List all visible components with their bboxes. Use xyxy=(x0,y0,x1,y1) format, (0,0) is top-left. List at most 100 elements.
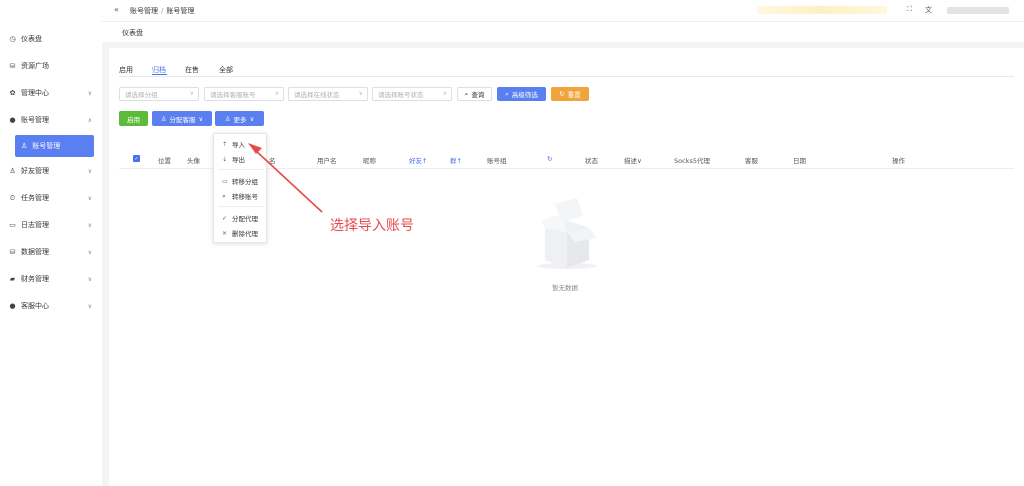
sidebar-item-label: 管理中心 xyxy=(21,89,49,97)
chevron-down-icon: ∨ xyxy=(87,167,92,175)
tags-bar: 仪表盘 xyxy=(102,22,1024,42)
message-icon: ▭ xyxy=(9,221,16,229)
enable-button-label: 启用 xyxy=(127,115,140,124)
customer-select-placeholder: 请选择客服账号 xyxy=(210,91,256,99)
database-icon: ⛁ xyxy=(9,62,16,70)
menu-item-assign-proxy[interactable]: ✓ 分配代理 xyxy=(222,213,258,224)
sidebar-item-management[interactable]: ✿ 管理中心 ∨ xyxy=(0,84,102,102)
sidebar-subitem-accounts[interactable]: ♙ 账号管理 xyxy=(15,135,94,157)
account-status-select[interactable]: 请选择账号状态 ∨ xyxy=(372,87,452,101)
more-button-label: 更多 xyxy=(233,115,247,124)
sidebar-item-resources[interactable]: ⛁ 资源广场 xyxy=(0,57,102,75)
chevron-down-icon: ∨ xyxy=(249,114,255,123)
wallet-icon: ▰ xyxy=(9,275,16,283)
chevron-down-icon: ∨ xyxy=(358,90,363,97)
column-header: 操作 xyxy=(892,157,905,165)
sidebar-item-data[interactable]: ⛁ 数据管理 ∨ xyxy=(0,243,102,261)
sidebar-item-logs[interactable]: ▭ 日志管理 ∨ xyxy=(0,216,102,234)
menu-item-export[interactable]: ⇣ 导出 xyxy=(222,154,245,165)
assign-service-label: 分配客服 xyxy=(169,115,196,124)
chevron-down-icon: ∨ xyxy=(198,114,204,123)
upload-icon: ⇡ xyxy=(222,140,228,148)
column-header-sortable[interactable]: 好友↑ xyxy=(409,155,427,165)
user-icon: ♙ xyxy=(9,167,16,175)
menu-item-delete-proxy[interactable]: × 删除代理 xyxy=(222,228,258,239)
tag-dashboard[interactable]: 仪表盘 xyxy=(122,28,143,38)
sidebar-item-label: 财务管理 xyxy=(21,275,49,283)
sidebar-item-tasks[interactable]: ⏲ 任务管理 ∨ xyxy=(0,189,102,207)
menu-item-transfer-account[interactable]: » 转移账号 xyxy=(222,191,258,202)
download-icon: ⇣ xyxy=(222,155,228,163)
sidebar-item-accounts[interactable]: ● 账号管理 ∧ xyxy=(0,111,102,129)
sidebar-item-label: 数据管理 xyxy=(21,248,49,256)
more-button[interactable]: ♙ 更多 ∨ xyxy=(215,111,264,126)
online-status-placeholder: 请选择在线状态 xyxy=(294,91,340,99)
chevron-down-icon: ∨ xyxy=(87,275,92,283)
refresh-icon: ↻ xyxy=(559,90,565,98)
breadcrumb: 账号管理 / 账号管理 xyxy=(130,6,194,16)
account-status-placeholder: 请选择账号状态 xyxy=(378,91,424,99)
search-icon: ⌕ xyxy=(464,89,469,98)
assign-service-button[interactable]: ♙ 分配客服 ∨ xyxy=(152,111,212,126)
column-header: 账号组 xyxy=(487,157,507,165)
user-icon: ♙ xyxy=(160,114,167,123)
sidebar-item-finance[interactable]: ▰ 财务管理 ∨ xyxy=(0,270,102,288)
group-select[interactable]: 请选择分组 ∨ xyxy=(119,87,199,101)
menu-item-transfer-group[interactable]: ▭ 转移分组 xyxy=(222,176,258,187)
user-info-blurred[interactable] xyxy=(947,7,1009,14)
logo-area xyxy=(0,0,102,24)
advanced-filter-button[interactable]: ⌕ 高级筛选 xyxy=(497,87,546,101)
reset-button-label: 重置 xyxy=(567,91,581,99)
reset-button[interactable]: ↻ 重置 xyxy=(551,87,589,101)
column-header: Socks5代理 xyxy=(674,157,710,165)
tab-all[interactable]: 全部 xyxy=(219,65,233,75)
menu-item-label: 转移分组 xyxy=(232,178,258,186)
breadcrumb-item[interactable]: 账号管理 xyxy=(130,7,158,15)
chevron-down-icon: ∨ xyxy=(442,90,447,97)
column-header: 客服 xyxy=(745,157,758,165)
chevron-down-icon: ∨ xyxy=(87,248,92,256)
collapse-sidebar-icon[interactable]: « xyxy=(114,5,119,14)
enable-button[interactable]: 启用 xyxy=(119,111,148,126)
menu-item-label: 导入 xyxy=(232,141,245,149)
fullscreen-icon[interactable]: ⛶ xyxy=(907,5,912,14)
menu-item-label: 删除代理 xyxy=(232,230,258,238)
column-header: 状态 xyxy=(585,157,598,165)
column-header-sortable[interactable]: 群↑ xyxy=(450,155,462,165)
top-notice-bar xyxy=(757,6,887,14)
sidebar-item-label: 账号管理 xyxy=(21,116,49,124)
user-icon: ● xyxy=(9,116,16,124)
sidebar-item-label: 资源广场 xyxy=(21,62,49,70)
chevron-down-icon: ∨ xyxy=(87,89,92,97)
user-icon: ● xyxy=(9,302,16,310)
tab-on-sale[interactable]: 在售 xyxy=(185,65,199,75)
sidebar-item-label: 好友管理 xyxy=(21,167,49,175)
menu-divider xyxy=(218,206,264,207)
menu-item-import[interactable]: ⇡ 导入 xyxy=(222,139,245,150)
menu-divider xyxy=(218,169,264,170)
select-all-checkbox[interactable]: ✓ xyxy=(133,155,140,162)
sidebar-item-label: 仪表盘 xyxy=(21,35,42,43)
column-header[interactable]: 描述∨ xyxy=(624,155,642,165)
breadcrumb-item: 账号管理 xyxy=(166,7,195,15)
translate-icon[interactable]: 文 xyxy=(925,5,932,15)
online-status-select[interactable]: 请选择在线状态 ∨ xyxy=(288,87,368,101)
sidebar-item-friends[interactable]: ♙ 好友管理 ∨ xyxy=(0,162,102,180)
annotation-text: 选择导入账号 xyxy=(330,218,414,234)
menu-item-label: 导出 xyxy=(232,156,245,164)
search-button[interactable]: ⌕ 查询 xyxy=(457,87,492,101)
sidebar-subitem-label: 账号管理 xyxy=(32,142,61,150)
sidebar-item-service[interactable]: ● 客服中心 ∨ xyxy=(0,297,102,315)
folder-icon: ▭ xyxy=(222,177,228,185)
tab-enabled[interactable]: 启用 xyxy=(119,65,133,75)
gear-icon: ✿ xyxy=(9,89,16,97)
sidebar-item-dashboard[interactable]: ◷ 仪表盘 xyxy=(0,30,102,48)
column-header: 用户名 xyxy=(317,157,337,165)
refresh-icon[interactable]: ↻ xyxy=(547,155,552,163)
menu-item-label: 分配代理 xyxy=(232,215,258,223)
customer-select[interactable]: 请选择客服账号 ∨ xyxy=(204,87,284,101)
top-header: « 账号管理 / 账号管理 ⛶ 文 xyxy=(102,0,1024,22)
chevron-down-icon: ∨ xyxy=(87,194,92,202)
tab-active-underline xyxy=(152,74,167,75)
search-button-label: 查询 xyxy=(471,91,485,99)
